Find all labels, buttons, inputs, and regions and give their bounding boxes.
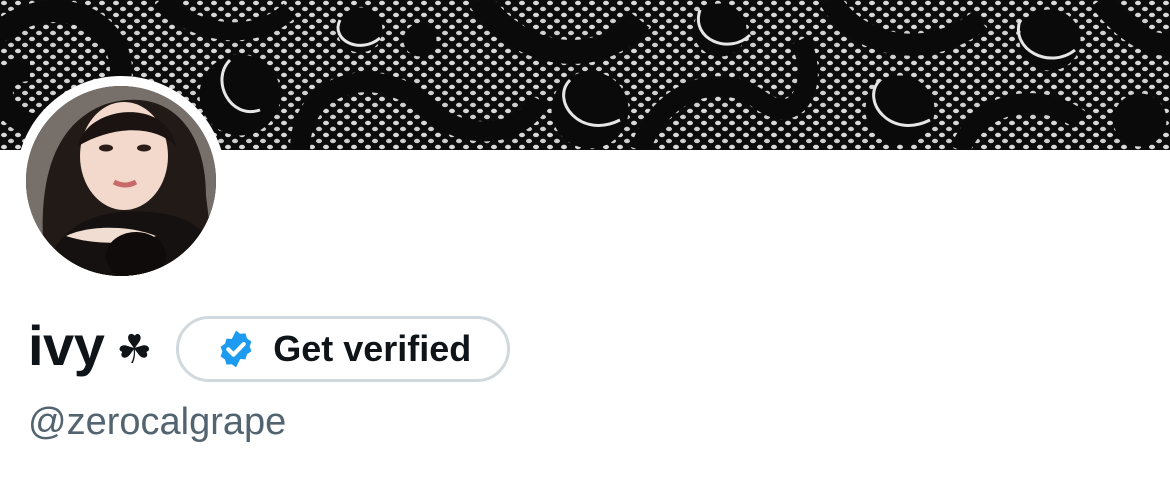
shamrock-icon: ☘: [116, 327, 153, 373]
avatar-photo: [26, 86, 216, 276]
display-name: ivy: [28, 314, 105, 377]
user-handle: @zerocalgrape: [28, 401, 287, 443]
avatar-ring[interactable]: [16, 76, 226, 286]
get-verified-label: Get verified: [273, 328, 472, 369]
name-row: ivy ☘ Get verified: [28, 312, 511, 386]
verified-badge-icon: [220, 330, 252, 368]
profile-header: ivy ☘ Get verified @zerocalgrape: [0, 0, 1170, 489]
avatar[interactable]: [26, 86, 216, 276]
get-verified-button[interactable]: Get verified: [176, 316, 511, 382]
